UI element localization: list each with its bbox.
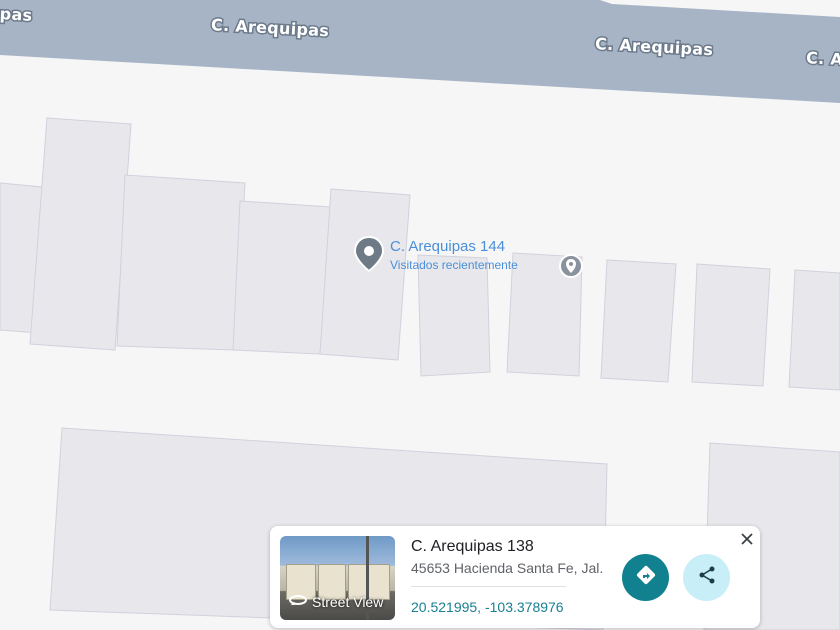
building [116, 174, 246, 351]
share-button[interactable] [683, 554, 730, 601]
building [417, 254, 491, 377]
building [691, 263, 771, 387]
location-marker-icon[interactable] [558, 253, 584, 279]
directions-icon [636, 565, 656, 590]
card-coordinates[interactable]: 20.521995, -103.378976 [411, 599, 564, 615]
building [29, 117, 132, 351]
building [600, 259, 677, 383]
close-icon [740, 532, 754, 551]
share-icon [697, 565, 717, 590]
close-button[interactable] [736, 530, 758, 552]
street-label: C. A [806, 48, 840, 69]
road [0, 0, 840, 103]
street-view-thumbnail[interactable]: Street View [280, 536, 395, 620]
card-address: 45653 Hacienda Santa Fe, Jal. [411, 560, 604, 576]
street-view-label[interactable]: Street View [288, 593, 383, 610]
building [788, 269, 840, 391]
street-label: ipas [0, 4, 33, 25]
place-subtitle: Visitados recientemente [390, 258, 518, 272]
street-view-360-icon [288, 593, 308, 610]
place-title[interactable]: C. Arequipas 144 [390, 238, 505, 255]
building [232, 200, 332, 355]
directions-button[interactable] [622, 554, 669, 601]
place-info-card: Street View C. Arequipas 138 45653 Hacie… [270, 526, 760, 628]
building [319, 188, 411, 361]
map-pin-icon[interactable] [353, 235, 385, 273]
card-title: C. Arequipas 138 [411, 538, 534, 555]
divider [411, 586, 566, 587]
street-view-text: Street View [312, 593, 384, 610]
